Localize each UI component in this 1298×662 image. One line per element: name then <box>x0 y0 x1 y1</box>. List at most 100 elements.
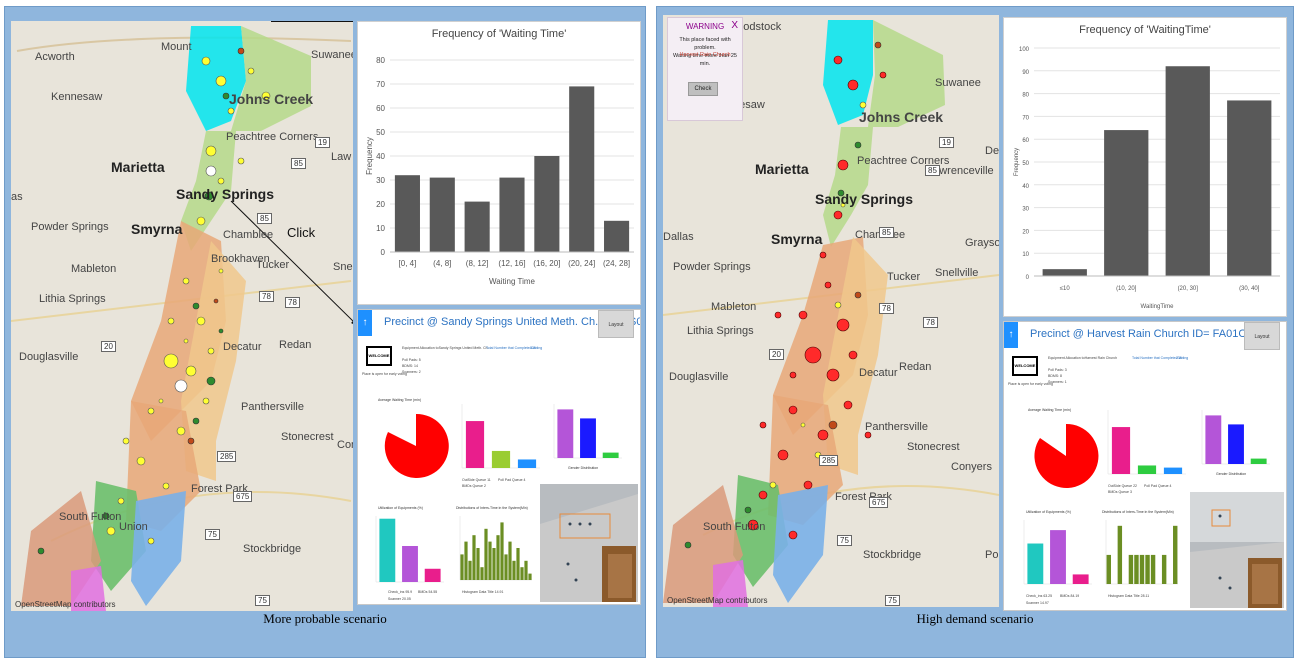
util-legend-2: Scanner 14.97 <box>1026 601 1049 605</box>
mini-bar <box>1072 574 1089 584</box>
highway-shield: 19 <box>939 137 954 148</box>
bar <box>499 177 525 252</box>
total-completed-value: 236 <box>1176 356 1182 360</box>
y-tick-label: 10 <box>1022 252 1029 258</box>
map-label-sandy-springs: Sandy Springs <box>815 191 914 207</box>
mini-bar <box>1027 543 1044 584</box>
map-label-redan: Redan <box>899 361 932 373</box>
y-axis-label: Frequency <box>1014 148 1020 176</box>
layout-3d-view <box>540 484 638 602</box>
map-label-tucker: Tucker <box>887 271 921 283</box>
map-label-grayson: Grayson <box>965 237 999 249</box>
y-tick-label: 10 <box>376 224 385 233</box>
highway-shield: 78 <box>923 317 938 328</box>
highway-shield: 75 <box>837 535 852 546</box>
x-tick-label: (30, 40] <box>1239 286 1260 292</box>
mini-bar <box>1173 525 1178 584</box>
mini-bar <box>491 450 511 468</box>
mini-bar <box>1137 465 1157 474</box>
layout-button[interactable]: Layout <box>1244 322 1280 350</box>
map-label-lithia-springs: Lithia Springs <box>39 293 106 305</box>
y-tick-label: 40 <box>376 152 385 161</box>
precinct-header: ↑ Precinct @ Sandy Springs United Meth. … <box>358 310 640 338</box>
highway-shield: 75 <box>205 529 220 540</box>
bar <box>1165 66 1210 276</box>
mini-bar <box>504 554 508 580</box>
map-label-mableton: Mableton <box>711 301 757 313</box>
util-legend-0: Check_ins 95.9 <box>388 590 413 594</box>
x-tick-label: (8, 12] <box>466 259 489 268</box>
mini-bar <box>1205 415 1222 464</box>
map-view-right[interactable]: Woodstock nesaw Marietta Smyrna Sandy Sp… <box>663 15 999 607</box>
map-label-stonecrest: Stonecrest <box>281 431 334 443</box>
scanners-count: Scanners: 2 <box>402 370 421 374</box>
map-label-de: De <box>985 145 999 157</box>
mini-bar <box>492 548 496 580</box>
queue-mini-chart <box>461 404 540 469</box>
x-tick-label: (4, 8] <box>433 259 451 268</box>
x-axis-label: Waiting Time <box>489 277 535 286</box>
y-tick-label: 80 <box>376 56 385 65</box>
map-label-panthersville: Panthersville <box>865 421 928 433</box>
map-label-smyrna: Smyrna <box>771 231 823 247</box>
queue-legend-1: Poll Pad Queue 4 <box>498 478 526 482</box>
mini-bar <box>468 560 472 580</box>
mini-bar <box>1106 554 1111 584</box>
mini-bar <box>379 518 396 582</box>
y-tick-label: 70 <box>1022 115 1029 121</box>
check-button[interactable]: Check <box>688 82 718 96</box>
mini-bar <box>517 459 537 468</box>
map-label-law: Law <box>331 151 352 163</box>
map-view-left[interactable]: Acworth Mount Kennesaw Marietta Smyrna S… <box>11 21 353 611</box>
mini-bar <box>580 418 596 458</box>
x-tick-label: ≤10 <box>1060 286 1071 292</box>
map-label-conyers: Conyers <box>951 461 992 473</box>
mini-bar <box>1228 424 1244 464</box>
mini-bar <box>460 554 464 580</box>
map-label-conye: Conye <box>337 439 353 451</box>
allocation-text: Equipment Allocation toSandy Springs Uni… <box>402 346 489 350</box>
chart-svg-left: 0 10 20 30 40 50 60 70 80 [0, 4] (4, 8] (8, 12] (12,… <box>365 56 634 286</box>
y-tick-label: 30 <box>376 176 385 185</box>
y-tick-label: 80 <box>1022 93 1029 99</box>
welcome-sign-icon: WELCOME <box>1012 356 1038 376</box>
distribution-title: Distributions of Inters-Time in the Syst… <box>1102 510 1174 514</box>
map-label-douglasville: Douglasville <box>669 371 729 383</box>
map-label-peachtree-corners: Peachtree Corners <box>226 131 319 143</box>
mini-bar <box>472 535 476 580</box>
bar <box>464 201 490 252</box>
expand-icon[interactable]: ↑ <box>358 310 372 336</box>
map-label-suwanee: Suwanee <box>935 77 981 89</box>
layout-button[interactable]: Layout <box>598 310 634 338</box>
utilization-title: Utilization of Equipments (%) <box>1026 510 1071 514</box>
poll-pads-count: Poll Pads: 5 <box>402 358 421 362</box>
expand-icon[interactable]: ↑ <box>1004 322 1018 348</box>
map-attribution: OpenStreetMap contributors <box>667 596 768 605</box>
map-label-stockbridge: Stockbridge <box>243 543 302 555</box>
y-tick-label: 0 <box>381 248 386 257</box>
map-label-johns-creek: Johns Creek <box>859 109 944 125</box>
mini-bar <box>402 545 418 582</box>
distribution-mini-chart <box>1105 520 1178 585</box>
map-label-douglasville: Douglasville <box>19 351 79 363</box>
bar <box>429 177 455 252</box>
highway-shield: 75 <box>255 595 270 606</box>
bar <box>394 175 420 252</box>
open-status: Place is open for early voting <box>362 372 407 376</box>
close-icon[interactable]: X <box>731 20 738 31</box>
mini-bar <box>500 522 504 580</box>
mini-bar <box>512 560 516 580</box>
highway-shield: 75 <box>885 595 900 606</box>
mini-bar <box>520 567 524 580</box>
highway-shield: 285 <box>217 451 237 462</box>
caption-left: More probable scenario <box>263 611 387 626</box>
click-annotation: Click <box>287 225 316 240</box>
poll-pads-count: Poll Pads: 3 <box>1048 368 1067 372</box>
mini-bar <box>476 548 480 580</box>
mini-bar <box>1150 554 1156 584</box>
highway-shield: 285 <box>819 455 839 466</box>
utilization-mini-chart <box>1023 520 1092 585</box>
highway-shield: 675 <box>869 497 889 508</box>
mini-bar <box>1250 458 1267 464</box>
y-tick-label: 60 <box>1022 138 1029 144</box>
